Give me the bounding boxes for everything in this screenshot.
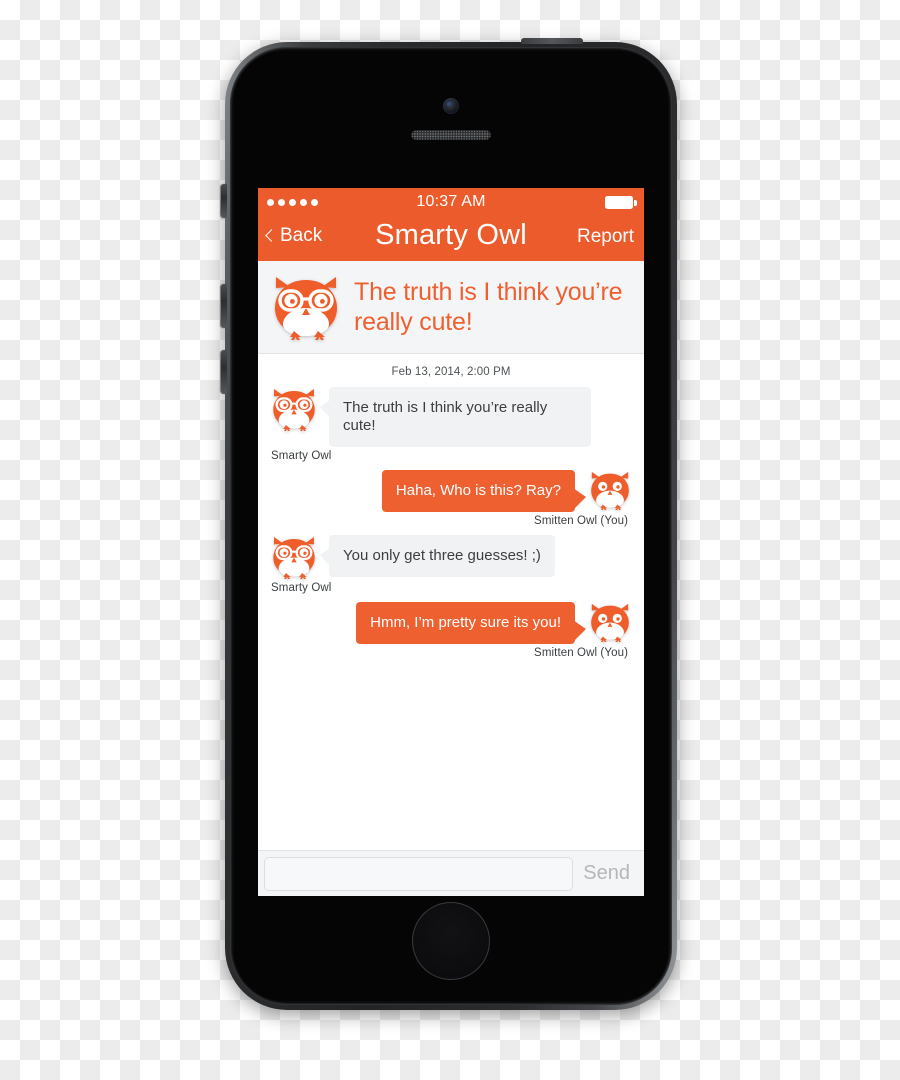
front-camera-icon	[443, 98, 459, 114]
date-separator: Feb 13, 2014, 2:00 PM	[391, 366, 511, 378]
conversation-headline-banner: The truth is I think you’re really cute!	[258, 261, 644, 354]
volume-up-button[interactable]	[221, 284, 227, 328]
send-button[interactable]: Send	[577, 862, 638, 885]
headline-text: The truth is I think you’re really cute!	[354, 277, 623, 337]
owl-avatar-glasses-icon	[273, 537, 315, 579]
home-button[interactable]	[412, 902, 490, 980]
message-bubble: The truth is I think you’re really cute!	[320, 387, 591, 447]
phone-mockup: 10:37 AM Back Smarty Owl Report The trut…	[221, 38, 677, 1010]
status-time: 10:37 AM	[416, 193, 486, 210]
conversation-thread: Feb 13, 2014, 2:00 PM The truth is I thi…	[258, 354, 644, 850]
earpiece-speaker	[411, 130, 491, 140]
message-sender-label: Smitten Owl (You)	[534, 515, 628, 527]
message-input[interactable]	[264, 856, 574, 891]
message-sender-label: Smarty Owl	[271, 582, 332, 594]
phone-screen: 10:37 AM Back Smarty Owl Report The trut…	[258, 188, 644, 896]
message-bubble: You only get three guesses! ;)	[320, 535, 555, 577]
mute-switch[interactable]	[221, 184, 227, 218]
owl-avatar-plain-icon	[591, 603, 629, 642]
owl-avatar-glasses-icon	[273, 389, 315, 431]
status-bar: 10:37 AM	[258, 188, 644, 217]
nav-bar: Back Smarty Owl Report	[258, 217, 644, 261]
message-item: You only get three guesses! ;) Smarty Ow…	[270, 535, 632, 594]
message-item: The truth is I think you’re really cute!…	[270, 387, 632, 462]
volume-down-button[interactable]	[221, 350, 227, 394]
battery-full-icon	[605, 196, 637, 209]
message-sender-label: Smarty Owl	[271, 450, 332, 462]
report-button[interactable]: Report	[577, 226, 634, 248]
message-bubble: Haha, Who is this? Ray?	[381, 470, 587, 512]
owl-avatar-glasses-icon	[275, 277, 337, 340]
message-sender-label: Smitten Owl (You)	[534, 647, 628, 659]
owl-avatar-plain-icon	[591, 471, 629, 510]
message-item: Hmm, I’m pretty sure its you! Smitten Ow…	[270, 602, 632, 659]
message-bubble: Hmm, I’m pretty sure its you!	[356, 602, 586, 644]
message-composer: Send	[258, 850, 644, 896]
power-button[interactable]	[521, 38, 583, 44]
message-item: Haha, Who is this? Ray? Smitten Owl (You…	[270, 470, 632, 527]
